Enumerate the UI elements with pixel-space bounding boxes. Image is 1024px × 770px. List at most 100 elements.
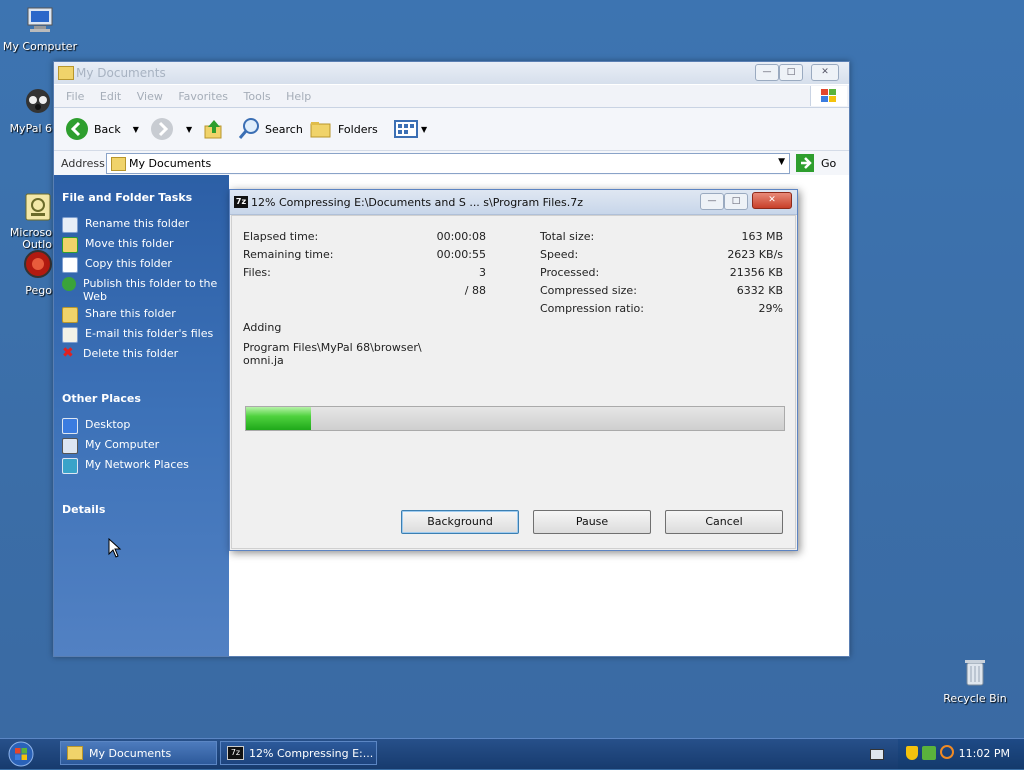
window-title: My Documents	[76, 66, 166, 80]
search-button[interactable]: Search	[237, 118, 303, 140]
current-file-name: omni.ja	[243, 354, 284, 367]
folder-icon	[58, 66, 74, 80]
search-icon	[238, 118, 259, 139]
network-icon	[62, 458, 78, 474]
current-file-path: Program Files\MyPal 68\browser\	[243, 341, 422, 354]
chevron-down-icon[interactable]: ▼	[421, 125, 427, 134]
copy-icon	[62, 257, 78, 273]
total-size-label: Total size:	[540, 230, 595, 243]
address-label: Address	[61, 157, 105, 170]
rename-icon	[62, 217, 78, 233]
dialog-title: 12% Compressing E:\Documents and S ... s…	[251, 196, 584, 209]
task-delete-folder[interactable]: ✖ Delete this folder	[62, 346, 222, 361]
desktop-icon-recycle-bin[interactable]: Recycle Bin	[937, 656, 1013, 705]
menu-view[interactable]: View	[131, 85, 169, 103]
close-button[interactable]: ✕	[811, 64, 839, 81]
taskbar-item-my-documents[interactable]: My Documents	[60, 741, 217, 765]
dialog-maximize-button[interactable]: □	[724, 193, 748, 210]
share-icon	[62, 307, 78, 323]
recycle-bin-icon	[959, 656, 991, 688]
up-folder-button[interactable]	[203, 118, 225, 140]
move-icon	[62, 237, 78, 253]
background-button[interactable]: Background	[401, 510, 519, 534]
speed-label: Speed:	[540, 248, 579, 261]
remaining-time-label: Remaining time:	[243, 248, 334, 261]
task-rename-folder[interactable]: Rename this folder	[62, 217, 222, 233]
elapsed-time-value: 00:00:08	[436, 230, 486, 243]
computer-icon	[24, 4, 56, 36]
mypal-icon	[22, 86, 54, 118]
task-publish-folder[interactable]: Publish this folder to the Web	[62, 277, 222, 303]
views-button[interactable]: ▼	[394, 118, 427, 140]
files-value: 3	[479, 266, 486, 279]
chevron-down-icon[interactable]: ▼	[778, 157, 785, 167]
menu-bar: File Edit View Favorites Tools Help	[54, 85, 849, 108]
search-icon[interactable]	[940, 745, 954, 759]
security-shield-icon[interactable]	[906, 746, 918, 760]
dialog-close-button[interactable]: ✕	[752, 192, 792, 209]
place-desktop[interactable]: Desktop	[62, 418, 222, 434]
maximize-button[interactable]: □	[779, 64, 803, 81]
minimize-button[interactable]: —	[755, 64, 779, 81]
desktop-icon-label: My Computer	[2, 40, 78, 53]
chevron-down-icon[interactable]: ▼	[133, 125, 139, 134]
place-my-computer[interactable]: My Computer	[62, 438, 222, 454]
dialog-minimize-button[interactable]: —	[700, 193, 724, 210]
task-move-folder[interactable]: Move this folder	[62, 237, 222, 253]
menu-help[interactable]: Help	[280, 85, 317, 103]
up-folder-icon	[204, 120, 222, 139]
menu-file[interactable]: File	[60, 85, 90, 103]
desktop-icon-my-computer[interactable]: My Computer	[2, 4, 78, 53]
action-label: Adding	[243, 321, 282, 334]
taskbar-item-7zip[interactable]: 7z 12% Compressing E:...	[220, 741, 377, 765]
go-label: Go	[821, 156, 837, 170]
folder-icon	[111, 157, 126, 171]
file-folder-tasks-heading[interactable]: File and Folder Tasks	[62, 191, 192, 204]
cancel-button[interactable]: Cancel	[665, 510, 783, 534]
back-arrow-icon	[66, 118, 88, 140]
files-label: Files:	[243, 266, 271, 279]
task-email-files[interactable]: E-mail this folder's files	[62, 327, 222, 343]
other-places-heading[interactable]: Other Places	[62, 392, 141, 405]
desktop-icon-label: Pego	[25, 284, 52, 297]
go-button[interactable]: Go	[795, 153, 836, 173]
menu-edit[interactable]: Edit	[94, 85, 127, 103]
desktop-icon-mypal[interactable]: MyPal 6	[0, 86, 52, 135]
folders-label: Folders	[338, 122, 378, 136]
folders-button[interactable]: Folders	[310, 118, 378, 140]
windows-logo-icon	[8, 741, 34, 767]
go-arrow-icon	[796, 154, 814, 172]
views-icon	[394, 120, 418, 138]
address-input[interactable]: My Documents ▼	[106, 153, 790, 174]
speed-value: 2623 KB/s	[727, 248, 783, 261]
dialog-title-bar[interactable]: 7z 12% Compressing E:\Documents and S ..…	[230, 190, 797, 215]
toolbar: Back ▼ ▼ Search Folders ▼	[54, 108, 849, 151]
explorer-title-bar[interactable]: My Documents — □ ✕	[54, 62, 849, 84]
keyboard-icon[interactable]	[870, 749, 884, 760]
back-button[interactable]: Back ▼	[65, 118, 139, 140]
start-button[interactable]	[6, 741, 46, 767]
address-value: My Documents	[129, 157, 212, 170]
elapsed-time-label: Elapsed time:	[243, 230, 319, 243]
progress-bar-fill	[246, 407, 311, 430]
desktop-icon-pego[interactable]: Pego	[0, 248, 52, 297]
taskbar: My Documents 7z 12% Compressing E:... 11…	[0, 738, 1024, 769]
network-icon[interactable]	[922, 746, 936, 760]
task-copy-folder[interactable]: Copy this folder	[62, 257, 222, 273]
chevron-down-icon[interactable]: ▼	[186, 125, 192, 134]
email-icon	[62, 327, 78, 343]
desktop-icon	[62, 418, 78, 434]
pause-button[interactable]: Pause	[533, 510, 651, 534]
7zip-logo-icon: 7z	[234, 196, 248, 208]
task-share-folder[interactable]: Share this folder	[62, 307, 222, 323]
forward-button[interactable]: ▼	[150, 118, 192, 140]
place-my-network[interactable]: My Network Places	[62, 458, 222, 474]
clock: 11:02 PM	[958, 747, 1010, 760]
total-size-value: 163 MB	[741, 230, 783, 243]
menu-tools[interactable]: Tools	[238, 85, 277, 103]
desktop-icon-outlook[interactable]: Microso Outlo	[0, 167, 52, 251]
details-heading[interactable]: Details	[62, 503, 105, 516]
menu-favorites[interactable]: Favorites	[172, 85, 234, 103]
processed-label: Processed:	[540, 266, 600, 279]
compress-progress-dialog[interactable]: 7z 12% Compressing E:\Documents and S ..…	[229, 189, 798, 551]
